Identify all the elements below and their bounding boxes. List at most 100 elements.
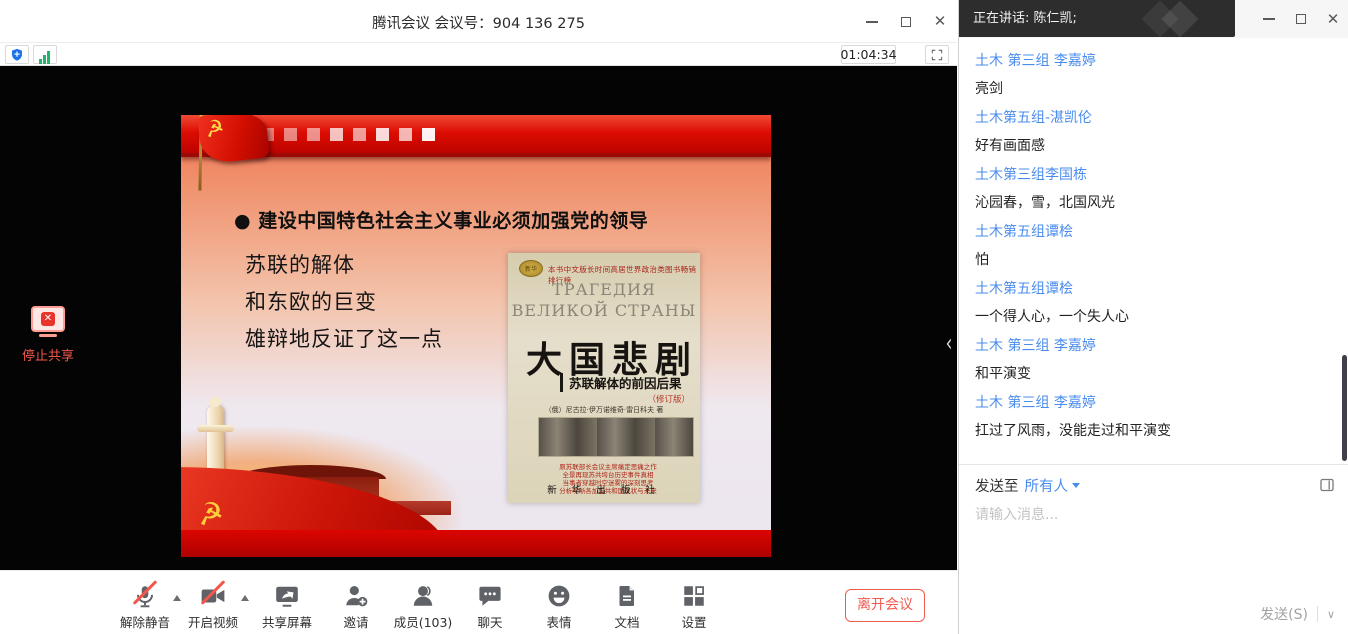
settings-grid-icon	[681, 583, 707, 609]
slide-title: ● 建设中国特色社会主义事业必须加强党的领导	[234, 206, 648, 233]
window-title: 腾讯会议 会议号：904 136 275	[0, 12, 957, 33]
message-text: 怕	[975, 250, 1333, 270]
share-screen-icon	[274, 583, 300, 609]
member-icon	[410, 583, 436, 609]
slide-text-line: 苏联的解体	[245, 249, 355, 279]
emoji-label: 表情	[523, 612, 595, 631]
hammer-sickle-icon: ☭	[202, 115, 227, 144]
chat-message: 土木 第三组 李嘉婷 亮剑	[975, 51, 1333, 99]
book-publisher: 新 华 出 版 社	[508, 482, 700, 496]
close-icon: ✕	[1327, 12, 1340, 27]
slide-bottom-bar	[181, 530, 771, 557]
chat-message: 土木 第三组 李嘉婷 和平演变	[975, 336, 1333, 384]
chat-scrollbar-thumb[interactable]	[1342, 355, 1347, 461]
invite-person-icon	[343, 583, 370, 609]
send-options-chevron[interactable]: ∨	[1327, 608, 1335, 621]
fullscreen-button[interactable]	[925, 45, 949, 64]
message-text: 亮剑	[975, 79, 1333, 99]
chat-close-button[interactable]: ✕	[1317, 0, 1348, 38]
minimize-button[interactable]	[855, 0, 889, 43]
speaking-text: 正在讲话: 陈仁凯;	[973, 11, 1077, 26]
chat-maximize-button[interactable]	[1285, 0, 1317, 38]
collapse-panel-chevron[interactable]: ‹	[942, 316, 956, 372]
shared-slide: ☭ ● 建设中国特色社会主义事业必须加强党的领导 苏联的解体 和东欧的巨变 雄辩…	[181, 115, 771, 557]
popout-chat-button[interactable]	[1319, 477, 1335, 497]
watermark-logo	[1162, 1, 1199, 37]
chevron-down-icon[interactable]	[1072, 483, 1080, 488]
close-x-icon: ✕	[41, 312, 55, 326]
slide-text-line: 雄辩地反证了这一点	[245, 323, 443, 353]
send-button[interactable]: 发送(S)	[1260, 604, 1308, 624]
message-text: 扛过了风雨，没能走过和平演变	[975, 421, 1333, 441]
sender-name: 土木 第三组 李嘉婷	[975, 51, 1333, 71]
leave-meeting-button[interactable]: 离开会议	[845, 589, 925, 622]
stop-share-button[interactable]: ✕ 停止共享	[16, 306, 80, 364]
sender-name: 土木第三组李国栋	[975, 165, 1333, 185]
emoji-button[interactable]: 表情	[523, 579, 595, 631]
shield-icon	[10, 48, 24, 62]
settings-label: 设置	[658, 612, 730, 631]
sender-name: 土木第五组谭桧	[975, 279, 1333, 299]
share-screen-button[interactable]: 共享屏幕	[251, 579, 323, 631]
publisher-badge: 新华	[519, 260, 543, 277]
send-to-dropdown[interactable]: 所有人	[1025, 475, 1069, 496]
microphone-icon	[132, 583, 158, 609]
send-to-label: 发送至	[975, 475, 1019, 496]
send-to-row: 发送至 所有人	[975, 475, 1080, 496]
screen-share-stage: ☭ ● 建设中国特色社会主义事业必须加强党的领导 苏联的解体 和东欧的巨变 雄辩…	[0, 66, 957, 570]
minimize-icon	[866, 21, 878, 23]
book-blurb-line: 全景再现苏共垮台历史事件真相	[528, 471, 688, 479]
smiley-icon	[546, 583, 572, 609]
stop-share-label: 停止共享	[16, 345, 80, 364]
column-knob	[209, 397, 221, 407]
settings-button[interactable]: 设置	[658, 579, 730, 631]
video-options-caret[interactable]	[241, 595, 249, 601]
close-icon: ✕	[934, 14, 947, 29]
book-photo-strip	[538, 417, 694, 457]
flag-cloth: ☭	[197, 115, 270, 164]
members-button[interactable]: 成员(103)	[383, 579, 463, 631]
monitor-base	[39, 334, 57, 337]
docs-button[interactable]: 文档	[591, 579, 663, 631]
chat-message-input[interactable]	[975, 503, 1325, 527]
chat-panel: ✕ 正在讲话: 陈仁凯; 土木 第三组 李嘉婷 亮剑 土木第五组-湛凯伦 好有画…	[958, 0, 1348, 634]
unmute-button[interactable]: 解除静音	[109, 579, 181, 631]
send-divider	[1317, 606, 1318, 622]
message-text: 一个得人心，一个失人心	[975, 307, 1333, 327]
popout-icon	[1319, 477, 1335, 493]
camera-icon	[199, 583, 227, 609]
meeting-security-button[interactable]	[5, 45, 29, 64]
book-subtitle: 苏联解体的前因后果	[560, 373, 682, 392]
chat-button[interactable]: 聊天	[454, 579, 526, 631]
unmute-label: 解除静音	[109, 612, 181, 631]
sender-name: 土木第五组谭桧	[975, 222, 1333, 242]
invite-label: 邀请	[320, 612, 392, 631]
members-label: 成员(103)	[383, 612, 463, 631]
sender-name: 土木第五组-湛凯伦	[975, 108, 1333, 128]
chat-send-area: 发送至 所有人 发送(S) ∨	[959, 464, 1348, 634]
maximize-button[interactable]	[889, 0, 923, 43]
sender-name: 土木 第三组 李嘉婷	[975, 393, 1333, 413]
chat-message: 土木 第三组 李嘉婷 扛过了风雨，没能走过和平演变	[975, 393, 1333, 441]
message-text: 沁园春，雪，北国风光	[975, 193, 1333, 213]
send-button-row: 发送(S) ∨	[1260, 604, 1335, 624]
invite-button[interactable]: 邀请	[320, 579, 392, 631]
start-video-button[interactable]: 开启视频	[177, 579, 249, 631]
meeting-window: 腾讯会议 会议号：904 136 275 ✕ 01:04:34	[0, 0, 957, 634]
chat-minimize-button[interactable]	[1253, 0, 1285, 38]
message-text: 好有画面感	[975, 136, 1333, 156]
chat-bubble-icon	[477, 583, 503, 609]
network-quality-button[interactable]	[33, 45, 57, 64]
chat-message-list: 土木 第三组 李嘉婷 亮剑 土木第五组-湛凯伦 好有画面感 土木第三组李国栋 沁…	[959, 38, 1348, 464]
book-title-russian: ТРАГЕДИЯ ВЕЛИКОЙ СТРАНЫ	[508, 279, 700, 321]
title-bar: 腾讯会议 会议号：904 136 275 ✕	[0, 0, 957, 43]
info-strip: 01:04:34	[0, 43, 957, 66]
close-button[interactable]: ✕	[923, 0, 957, 43]
document-icon	[615, 583, 639, 609]
speaking-indicator: 正在讲话: 陈仁凯;	[959, 0, 1235, 37]
docs-label: 文档	[591, 612, 663, 631]
tiananmen-artwork: ☭	[181, 407, 481, 537]
meeting-toolbar: 解除静音 开启视频 共享屏幕	[0, 570, 957, 634]
party-flag-graphic: ☭	[185, 115, 283, 193]
slide-text-line: 和东欧的巨变	[245, 286, 377, 316]
